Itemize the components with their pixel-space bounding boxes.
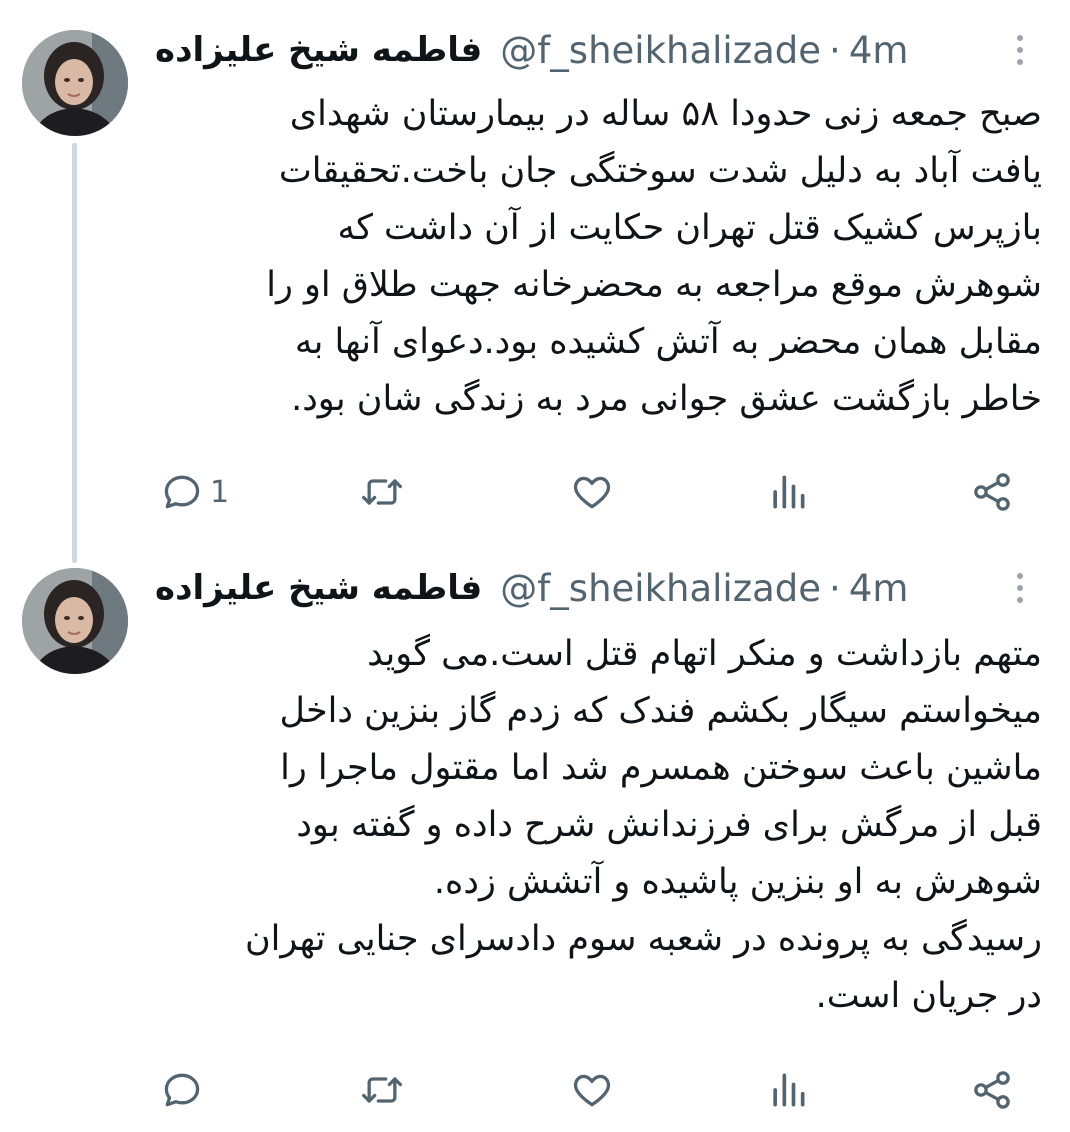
avatar[interactable] (22, 30, 128, 136)
like-icon (573, 1074, 611, 1107)
tweet[interactable]: فاطمه شیخ علیزاده @f_sheikhalizade · 4m … (0, 548, 1070, 1132)
tweet-text-line: رسیدگی به پرونده در شعبه سوم دادسرای جنا… (244, 919, 1042, 959)
tweet-text-line: میخواستم سیگار بکشم فندک که زدم گاز بنزی… (279, 691, 1042, 731)
tweet-text: متهم بازداشت و منکر اتهام قتل است.می گوی… (150, 626, 1042, 1025)
separator-dot: · (829, 566, 841, 610)
tweet-text-line: یافت آباد به دلیل شدت سوختگی جان باخت.تح… (278, 151, 1042, 191)
like-button[interactable] (570, 1063, 614, 1117)
tweet-header: فاطمه شیخ علیزاده @f_sheikhalizade · 4m (155, 566, 960, 610)
reply-button[interactable]: 1 (160, 465, 229, 519)
views-button[interactable] (766, 1063, 810, 1117)
views-icon (773, 475, 805, 509)
author-handle[interactable]: @f_sheikhalizade (500, 567, 821, 610)
tweet-text-line: ماشین باعث سوختن همسرم شد اما مقتول ماجر… (280, 748, 1042, 788)
retweet-button[interactable] (358, 465, 406, 519)
tweet-text-line: متهم بازداشت و منکر اتهام قتل است.می گوی… (367, 634, 1042, 674)
avatar[interactable] (22, 568, 128, 674)
retweet-button[interactable] (358, 1063, 406, 1117)
action-bar: 1 (0, 465, 1070, 519)
share-icon (974, 1071, 1010, 1109)
reply-icon (164, 475, 200, 509)
tweet-text-line: قبل از مرگش برای فرزندانش شرح داده و گفت… (296, 805, 1042, 845)
like-icon (573, 476, 611, 509)
separator-dot: · (829, 28, 841, 72)
more-options-icon[interactable] (1008, 28, 1032, 72)
tweet-text-line: بازپرس کشیک قتل تهران حکایت از آن داشت ک… (337, 208, 1043, 248)
reply-icon (164, 1073, 200, 1107)
views-icon (773, 1073, 805, 1107)
share-button[interactable] (970, 1063, 1014, 1117)
like-button[interactable] (570, 465, 614, 519)
views-button[interactable] (766, 465, 810, 519)
author-handle[interactable]: @f_sheikhalizade (500, 29, 821, 72)
more-options-icon[interactable] (1008, 566, 1032, 610)
author-name[interactable]: فاطمه شیخ علیزاده (155, 568, 482, 608)
tweet-header: فاطمه شیخ علیزاده @f_sheikhalizade · 4m (155, 28, 960, 72)
tweet[interactable]: فاطمه شیخ علیزاده @f_sheikhalizade · 4m … (0, 0, 1070, 563)
share-button[interactable] (970, 465, 1014, 519)
timestamp[interactable]: 4m (849, 29, 909, 72)
tweet-text-line: مقابل همان محضر به آتش کشیده بود.دعوای آ… (294, 322, 1042, 362)
share-icon (974, 473, 1010, 511)
reply-count: 1 (210, 474, 230, 510)
retweet-icon (362, 1077, 402, 1103)
author-name[interactable]: فاطمه شیخ علیزاده (155, 30, 482, 70)
tweet-text-line: صبح جمعه زنی حدودا ۵۸ ساله در بیمارستان … (289, 94, 1042, 134)
action-bar (0, 1063, 1070, 1117)
retweet-icon (362, 479, 402, 505)
reply-button[interactable] (160, 1063, 210, 1117)
timestamp[interactable]: 4m (849, 567, 909, 610)
tweet-text-line: شوهرش موقع مراجعه به محضرخانه جهت طلاق ا… (266, 265, 1042, 305)
tweet-text: صبح جمعه زنی حدودا ۵۸ ساله در بیمارستان … (150, 86, 1042, 428)
tweet-text-line: خاطر بازگشت عشق جوانی مرد به زندگی شان ب… (291, 379, 1042, 419)
tweet-text-line: شوهرش به او بنزین پاشیده و آتشش زده. (433, 862, 1042, 902)
tweet-text-line: در جریان است. (815, 976, 1042, 1016)
